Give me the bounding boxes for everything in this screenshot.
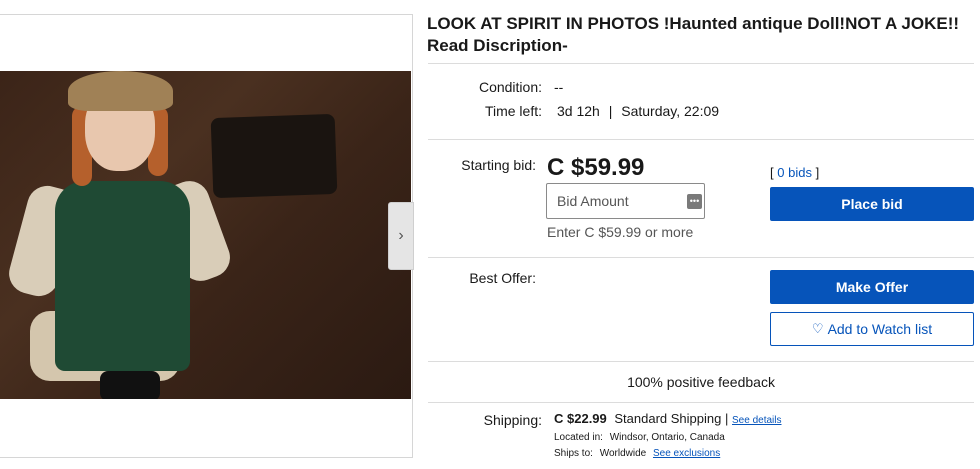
bid-history-link[interactable]: 0 bids [777, 165, 812, 180]
place-bid-button[interactable]: Place bid [770, 187, 974, 221]
bid-count-close: ] [815, 165, 820, 180]
ships-to: Ships to: Worldwide See exclusions [554, 448, 720, 459]
make-offer-button[interactable]: Make Offer [770, 270, 974, 304]
item-location: Located in: Windsor, Ontario, Canada [554, 432, 725, 443]
photo-doll-boots [100, 371, 160, 399]
next-image-button[interactable]: › [388, 202, 414, 270]
seller-feedback: 100% positive feedback [627, 374, 775, 390]
listing-title: LOOK AT SPIRIT IN PHOTOS !Haunted antiqu… [427, 14, 960, 55]
shipping-separator: | [725, 411, 729, 426]
divider [428, 139, 974, 140]
starting-bid-label: Starting bid: [461, 157, 536, 173]
see-details-link[interactable]: See details [732, 415, 781, 426]
divider [428, 361, 974, 362]
shipping-info: C $22.99 Standard Shipping | See details [554, 411, 782, 426]
time-left-value: 3d 12h | Saturday, 22:09 [557, 103, 719, 119]
divider [428, 63, 974, 64]
item-photo[interactable] [0, 71, 411, 399]
time-remaining: 3d 12h [557, 103, 600, 119]
current-price: C $59.99 [547, 154, 645, 181]
ships-to-label: Ships to: [554, 448, 593, 459]
best-offer-label: Best Offer: [469, 270, 536, 286]
shipping-method: Standard Shipping [614, 411, 722, 426]
watchlist-label: Add to Watch list [827, 321, 933, 337]
time-left-label: Time left: [484, 103, 542, 119]
photo-doll-dress [55, 181, 190, 371]
see-exclusions-link[interactable]: See exclusions [653, 448, 720, 459]
bid-amount-input[interactable] [546, 183, 705, 219]
add-to-watchlist-button[interactable]: ♡ Add to Watch list [770, 312, 974, 346]
located-value: Windsor, Ontario, Canada [609, 432, 725, 443]
photo-background-box [210, 113, 338, 199]
end-time: Saturday, 22:09 [621, 103, 720, 119]
bid-count-open: [ [770, 165, 774, 180]
shipping-cost: C $22.99 [554, 411, 607, 426]
more-options-icon[interactable]: ••• [687, 194, 702, 209]
condition-value: -- [554, 79, 564, 95]
chevron-right-icon: › [398, 227, 404, 244]
image-gallery [0, 14, 413, 458]
shipping-label: Shipping: [483, 412, 542, 428]
divider [428, 257, 974, 258]
condition-label: Condition: [478, 79, 542, 95]
divider [428, 402, 974, 403]
bid-count: [ 0 bids ] [770, 165, 819, 180]
heart-icon: ♡ [811, 321, 824, 336]
located-label: Located in: [554, 432, 603, 443]
ships-to-value: Worldwide [599, 448, 647, 459]
photo-doll-hat [68, 71, 173, 111]
time-separator: | [608, 103, 613, 119]
bid-hint: Enter C $59.99 or more [547, 224, 694, 240]
